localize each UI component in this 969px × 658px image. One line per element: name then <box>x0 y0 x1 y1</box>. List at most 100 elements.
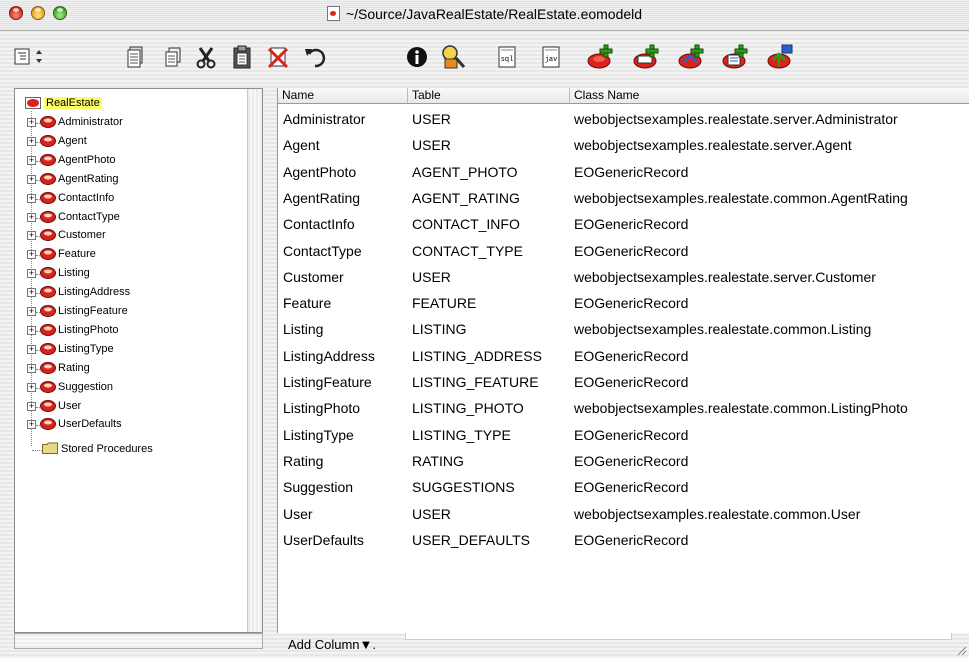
entity-icon <box>40 210 56 223</box>
entity-icon <box>40 229 56 242</box>
scissors-icon <box>196 47 216 69</box>
model-tree[interactable]: RealEstate + Administrator + Agent + AgentPho… <box>14 88 263 633</box>
cell-table: AGENT_RATING <box>412 189 520 206</box>
expand-toggle-icon[interactable]: + <box>27 136 36 146</box>
expand-toggle-icon[interactable]: + <box>27 344 36 354</box>
cell-class-name: EOGenericRecord <box>574 531 689 548</box>
expand-toggle-icon[interactable]: + <box>27 325 36 335</box>
tree-vertical-scrollbar[interactable] <box>247 89 262 632</box>
table-horizontal-scrollbar[interactable] <box>405 633 952 640</box>
table-footer: Add Column▼. <box>277 633 969 658</box>
column-header-class-name[interactable]: Class Name <box>570 88 969 103</box>
column-header-table[interactable]: Table <box>408 88 570 103</box>
tree-label: ListingFeature <box>58 305 128 317</box>
generate-java-button[interactable]: jav <box>538 44 564 70</box>
expand-toggle-icon[interactable]: + <box>27 307 36 316</box>
expand-toggle-icon[interactable]: + <box>27 212 36 222</box>
entity-icon <box>40 248 56 261</box>
document-proxy-icon[interactable] <box>326 6 340 21</box>
cell-table: USER <box>412 268 451 285</box>
expand-toggle-icon[interactable]: + <box>27 288 36 298</box>
magnifier-icon <box>442 45 466 69</box>
table-row[interactable]: ContactType CONTACT_TYPE EOGenericRecord <box>278 237 969 263</box>
table-row[interactable]: ListingPhoto LISTING_PHOTO webobjectsexamp… <box>278 394 969 420</box>
add-fetch-spec-button[interactable] <box>722 44 752 70</box>
table-row[interactable]: Agent USER webobjectsexamples.realestate.s… <box>278 131 969 157</box>
expand-toggle-icon[interactable]: + <box>27 250 36 260</box>
table-row[interactable]: Rating RATING EOGenericRecord <box>278 447 969 473</box>
view-mode-popup-button[interactable] <box>13 44 49 70</box>
table-row[interactable]: AgentPhoto AGENT_PHOTO EOGenericRecord <box>278 158 969 184</box>
expand-toggle-icon[interactable]: + <box>27 363 36 373</box>
expand-toggle-icon[interactable]: + <box>27 155 36 165</box>
tree-label: ContactType <box>58 210 120 223</box>
add-relationship-button[interactable] <box>678 44 708 70</box>
add-attribute-button[interactable] <box>633 44 663 70</box>
add-column-button[interactable]: Add Column▼. <box>288 637 376 652</box>
title-bar[interactable]: ~/Source/JavaRealEstate/RealEstate.eomod… <box>0 0 969 31</box>
table-row[interactable]: ContactInfo CONTACT_INFO EOGenericRecord <box>278 210 969 236</box>
generate-sql-button[interactable]: sql <box>494 44 520 70</box>
entity-icon <box>40 323 56 336</box>
add-stored-procedure-button[interactable] <box>767 44 797 70</box>
tree-horizontal-scrollbar[interactable] <box>14 633 263 649</box>
expand-toggle-icon[interactable]: + <box>27 420 36 430</box>
expand-toggle-icon[interactable]: + <box>27 401 36 411</box>
column-header-name[interactable]: Name <box>278 88 408 103</box>
cell-class-name: EOGenericRecord <box>574 163 689 180</box>
resize-grip-icon[interactable] <box>955 644 967 656</box>
cell-name: ListingPhoto <box>283 400 361 417</box>
tree-label: Administrator <box>58 116 123 128</box>
add-attribute-icon <box>633 44 659 69</box>
expand-toggle-icon[interactable]: + <box>27 231 36 241</box>
cell-class-name: EOGenericRecord <box>574 452 689 469</box>
expand-toggle-icon[interactable]: + <box>27 382 36 392</box>
cell-table: LISTING_TYPE <box>412 426 511 443</box>
table-row[interactable]: ListingType LISTING_TYPE EOGenericRecord <box>278 421 969 447</box>
table-row[interactable]: User USER webobjectsexamples.realestate.co… <box>278 500 969 526</box>
table-row[interactable]: ListingFeature LISTING_FEATURE EOGenericRe… <box>278 368 969 394</box>
browse-data-button[interactable] <box>441 44 467 70</box>
new-document-button[interactable] <box>122 44 148 70</box>
table-row[interactable]: Feature FEATURE EOGenericRecord <box>278 289 969 315</box>
cell-class-name: EOGenericRecord <box>574 216 689 233</box>
cell-name: Listing <box>283 321 324 338</box>
tree-label: Listing <box>58 267 90 280</box>
cut-button[interactable] <box>193 44 219 70</box>
java-document-icon: jav <box>542 46 560 68</box>
cell-name: Agent <box>283 137 320 154</box>
paste-button[interactable] <box>229 44 255 70</box>
cell-table: LISTING_PHOTO <box>412 400 524 417</box>
table-row[interactable]: UserDefaults USER_DEFAULTS EOGenericRecord <box>278 526 969 552</box>
table-row[interactable]: Administrator USER webobjectsexamples.real… <box>278 105 969 131</box>
add-fetch-spec-icon <box>722 44 748 69</box>
entity-table[interactable]: Name Table Class Name Administrator USER w… <box>277 88 969 633</box>
expand-toggle-icon[interactable]: + <box>27 193 36 203</box>
tree-label: AgentPhoto <box>58 153 116 166</box>
table-row[interactable]: Listing LISTING webobjectsexamples.realest… <box>278 315 969 341</box>
copy-button[interactable] <box>160 44 186 70</box>
cell-class-name: webobjectsexamples.realestate.server.Cus… <box>574 268 876 285</box>
expand-toggle-icon[interactable]: + <box>27 118 36 127</box>
table-row[interactable]: ListingAddress LISTING_ADDRESS EOGenericRe… <box>278 342 969 368</box>
undo-button[interactable] <box>302 44 328 70</box>
table-row[interactable]: Suggestion SUGGESTIONS EOGenericRecord <box>278 473 969 499</box>
tree-label: Stored Procedures <box>61 443 153 455</box>
entity-icon <box>40 380 56 393</box>
table-row[interactable]: AgentRating AGENT_RATING webobjectsexample… <box>278 184 969 210</box>
table-row[interactable]: Customer USER webobjectsexamples.realestat… <box>278 263 969 289</box>
cell-table: USER <box>412 137 451 154</box>
cell-table: USER_DEFAULTS <box>412 531 530 548</box>
delete-button[interactable] <box>265 44 291 70</box>
cell-class-name: EOGenericRecord <box>574 374 689 390</box>
cell-table: LISTING_ADDRESS <box>412 347 542 364</box>
expand-toggle-icon[interactable]: + <box>27 174 36 184</box>
tree-guide-line <box>32 450 42 451</box>
entity-icon <box>40 399 56 412</box>
expand-toggle-icon[interactable]: + <box>27 269 36 279</box>
window-title: ~/Source/JavaRealEstate/RealEstate.eomod… <box>345 6 643 22</box>
inspector-button[interactable] <box>404 44 430 70</box>
cell-table: FEATURE <box>412 295 477 312</box>
add-entity-button[interactable] <box>587 44 617 70</box>
entity-icon <box>40 361 56 374</box>
